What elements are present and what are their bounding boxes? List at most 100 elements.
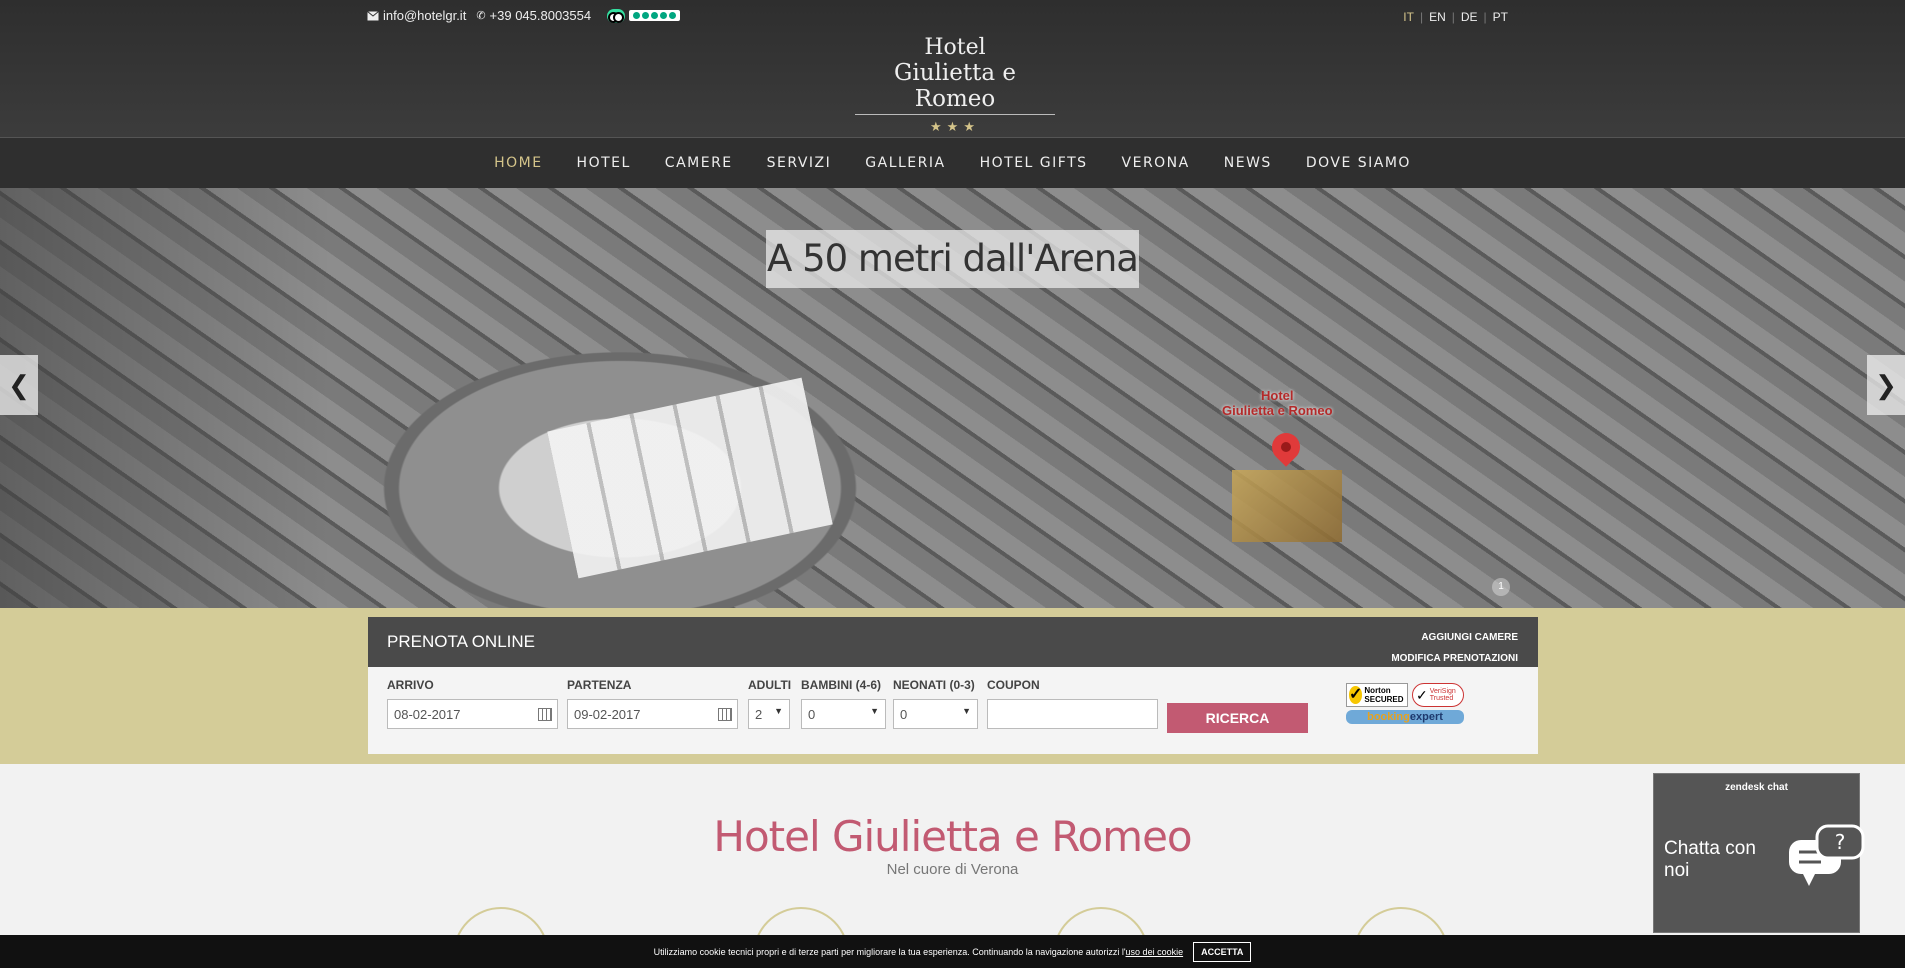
nav-dove-siamo[interactable]: DOVE SIAMO bbox=[1289, 155, 1428, 171]
hotel-logo[interactable]: Hotel Giulietta e Romeo ★★★ bbox=[855, 36, 1055, 135]
svg-text:?: ? bbox=[1835, 830, 1846, 854]
arrival-date-value: 08-02-2017 bbox=[394, 706, 461, 722]
lang-separator: | bbox=[1451, 10, 1455, 24]
lang-separator: | bbox=[1419, 10, 1424, 24]
booking-header: PRENOTA ONLINE AGGIUNGI CAMERE MODIFICA … bbox=[368, 617, 1538, 667]
main-nav: HOME HOTEL CAMERE SERVIZI GALLERIA HOTEL… bbox=[0, 137, 1905, 188]
booking-links: AGGIUNGI CAMERE MODIFICA PRENOTAZIONI bbox=[1391, 627, 1518, 669]
accept-cookies-button[interactable]: ACCETTA bbox=[1193, 941, 1252, 962]
coupon-field-group: COUPON bbox=[987, 678, 1158, 729]
chat-text: Chatta con noi bbox=[1664, 838, 1756, 881]
nav-news[interactable]: NEWS bbox=[1207, 155, 1289, 171]
logo-stars: ★★★ bbox=[930, 120, 980, 135]
cookie-text: Utilizziamo cookie tecnici propri e di t… bbox=[653, 946, 1126, 957]
lang-separator: | bbox=[1483, 10, 1487, 24]
adults-value: 2 bbox=[755, 706, 763, 722]
children-value: 0 bbox=[808, 706, 816, 722]
phone-text: +39 045.8003554 bbox=[489, 8, 592, 23]
language-switcher: IT | EN | DE | PT bbox=[1403, 10, 1508, 24]
infants-value: 0 bbox=[900, 706, 908, 722]
zendesk-chat-widget[interactable]: zendesk chat Chatta con noi ? bbox=[1653, 773, 1865, 933]
page: info@hotelgr.it ✆ +39 045.8003554 IT | E… bbox=[0, 0, 1905, 968]
departure-field-group: PARTENZA 09-02-2017 bbox=[567, 678, 738, 729]
email-link[interactable]: info@hotelgr.it bbox=[367, 8, 466, 23]
nav-servizi[interactable]: SERVIZI bbox=[750, 155, 849, 171]
bookingexpert-part-1: booking bbox=[1367, 711, 1410, 723]
verisign-badge[interactable]: ✓ VeriSign Trusted bbox=[1412, 683, 1464, 707]
nav-hotel[interactable]: HOTEL bbox=[560, 155, 648, 171]
children-field-group: BAMBINI (4-6) 0 ▼ bbox=[801, 678, 886, 729]
booking-widget: PRENOTA ONLINE AGGIUNGI CAMERE MODIFICA … bbox=[368, 617, 1538, 754]
checkmark-icon: ✓ bbox=[1416, 686, 1428, 703]
lang-it[interactable]: IT bbox=[1403, 10, 1414, 24]
calendar-icon[interactable] bbox=[538, 708, 552, 721]
calendar-icon[interactable] bbox=[718, 708, 732, 721]
tripadvisor-rating bbox=[629, 10, 681, 21]
coupon-input[interactable] bbox=[987, 699, 1158, 729]
modify-bookings-link[interactable]: MODIFICA PRENOTAZIONI bbox=[1391, 648, 1518, 669]
infants-field-group: NEONATI (0-3) 0 ▼ bbox=[893, 678, 978, 729]
adults-label: ADULTI bbox=[748, 678, 792, 692]
nav-verona[interactable]: VERONA bbox=[1105, 155, 1207, 171]
nav-hotel-gifts[interactable]: HOTEL GIFTS bbox=[963, 155, 1105, 171]
arrival-field-group: ARRIVO 08-02-2017 bbox=[387, 678, 558, 729]
top-header: info@hotelgr.it ✆ +39 045.8003554 IT | E… bbox=[0, 0, 1905, 137]
phone-icon: ✆ bbox=[476, 10, 486, 22]
children-label: BAMBINI (4-6) bbox=[801, 678, 881, 692]
lang-en[interactable]: EN bbox=[1429, 10, 1446, 24]
adults-select[interactable]: 2 ▼ bbox=[748, 699, 790, 729]
lang-pt[interactable]: PT bbox=[1493, 10, 1508, 24]
bookingexpert-part-2: expert bbox=[1409, 711, 1443, 723]
chevron-down-icon: ▼ bbox=[774, 706, 783, 716]
map-pin-label: Hotel Giulietta e Romeo bbox=[1222, 388, 1333, 418]
departure-date-input[interactable]: 09-02-2017 bbox=[567, 699, 738, 729]
adults-field-group: ADULTI 2 ▼ bbox=[748, 678, 792, 729]
arena-stage-image bbox=[547, 377, 833, 579]
nav-galleria[interactable]: GALLERIA bbox=[848, 155, 962, 171]
search-button[interactable]: RICERCA bbox=[1167, 703, 1308, 733]
tripadvisor-icon bbox=[607, 8, 626, 23]
chat-brand: zendesk chat bbox=[1725, 782, 1788, 793]
contact-info: info@hotelgr.it ✆ +39 045.8003554 bbox=[367, 8, 681, 23]
hotel-building-highlight bbox=[1232, 470, 1342, 542]
hero-caption: A 50 metri dall'Arena bbox=[766, 230, 1139, 288]
infants-label: NEONATI (0-3) bbox=[893, 678, 975, 692]
norton-badge[interactable]: ✓ Norton SECURED bbox=[1346, 683, 1408, 707]
lang-de[interactable]: DE bbox=[1461, 10, 1478, 24]
logo-line-1: Hotel bbox=[924, 35, 986, 60]
slide-indicator[interactable]: 1 bbox=[1492, 578, 1510, 596]
cookie-message: Utilizziamo cookie tecnici propri e di t… bbox=[654, 947, 1184, 957]
section-subtitle: Nel cuore di Verona bbox=[886, 861, 1019, 878]
slider-next-button[interactable]: ❯ bbox=[1867, 355, 1905, 415]
departure-label: PARTENZA bbox=[567, 678, 632, 692]
infants-select[interactable]: 0 ▼ bbox=[893, 699, 978, 729]
add-rooms-link[interactable]: AGGIUNGI CAMERE bbox=[1391, 627, 1518, 648]
chat-bubble-icon: ? bbox=[1789, 824, 1865, 886]
pin-label-line-2: Giulietta e Romeo bbox=[1222, 403, 1333, 418]
envelope-icon bbox=[367, 10, 379, 20]
coupon-label: COUPON bbox=[987, 678, 1040, 692]
logo-line-2: Giulietta e Romeo bbox=[855, 60, 1055, 115]
email-text: info@hotelgr.it bbox=[383, 8, 467, 23]
children-select[interactable]: 0 ▼ bbox=[801, 699, 886, 729]
departure-date-value: 09-02-2017 bbox=[574, 706, 641, 722]
tripadvisor-badge[interactable] bbox=[607, 8, 681, 23]
map-pin-icon bbox=[1266, 427, 1306, 467]
verisign-text: VeriSign Trusted bbox=[1429, 688, 1456, 702]
arrival-date-input[interactable]: 08-02-2017 bbox=[387, 699, 558, 729]
norton-text: Norton SECURED bbox=[1364, 686, 1404, 704]
section-title: Hotel Giulietta e Romeo bbox=[713, 812, 1192, 861]
nav-home[interactable]: HOME bbox=[477, 155, 559, 171]
booking-title: PRENOTA ONLINE bbox=[387, 632, 535, 651]
slider-prev-button[interactable]: ❮ bbox=[0, 355, 38, 415]
chevron-down-icon: ▼ bbox=[962, 706, 971, 716]
hero-shade bbox=[0, 188, 330, 608]
security-badges: ✓ Norton SECURED ✓ VeriSign Trusted book… bbox=[1346, 683, 1466, 724]
phone-link[interactable]: ✆ +39 045.8003554 bbox=[476, 8, 591, 23]
nav-camere[interactable]: CAMERE bbox=[648, 155, 750, 171]
arrival-label: ARRIVO bbox=[387, 678, 434, 692]
bookingexpert-badge[interactable]: bookingexpert bbox=[1346, 710, 1464, 724]
cookie-policy-link[interactable]: uso dei cookie bbox=[1126, 947, 1184, 957]
chevron-down-icon: ▼ bbox=[870, 706, 879, 716]
checkmark-icon: ✓ bbox=[1349, 686, 1363, 704]
